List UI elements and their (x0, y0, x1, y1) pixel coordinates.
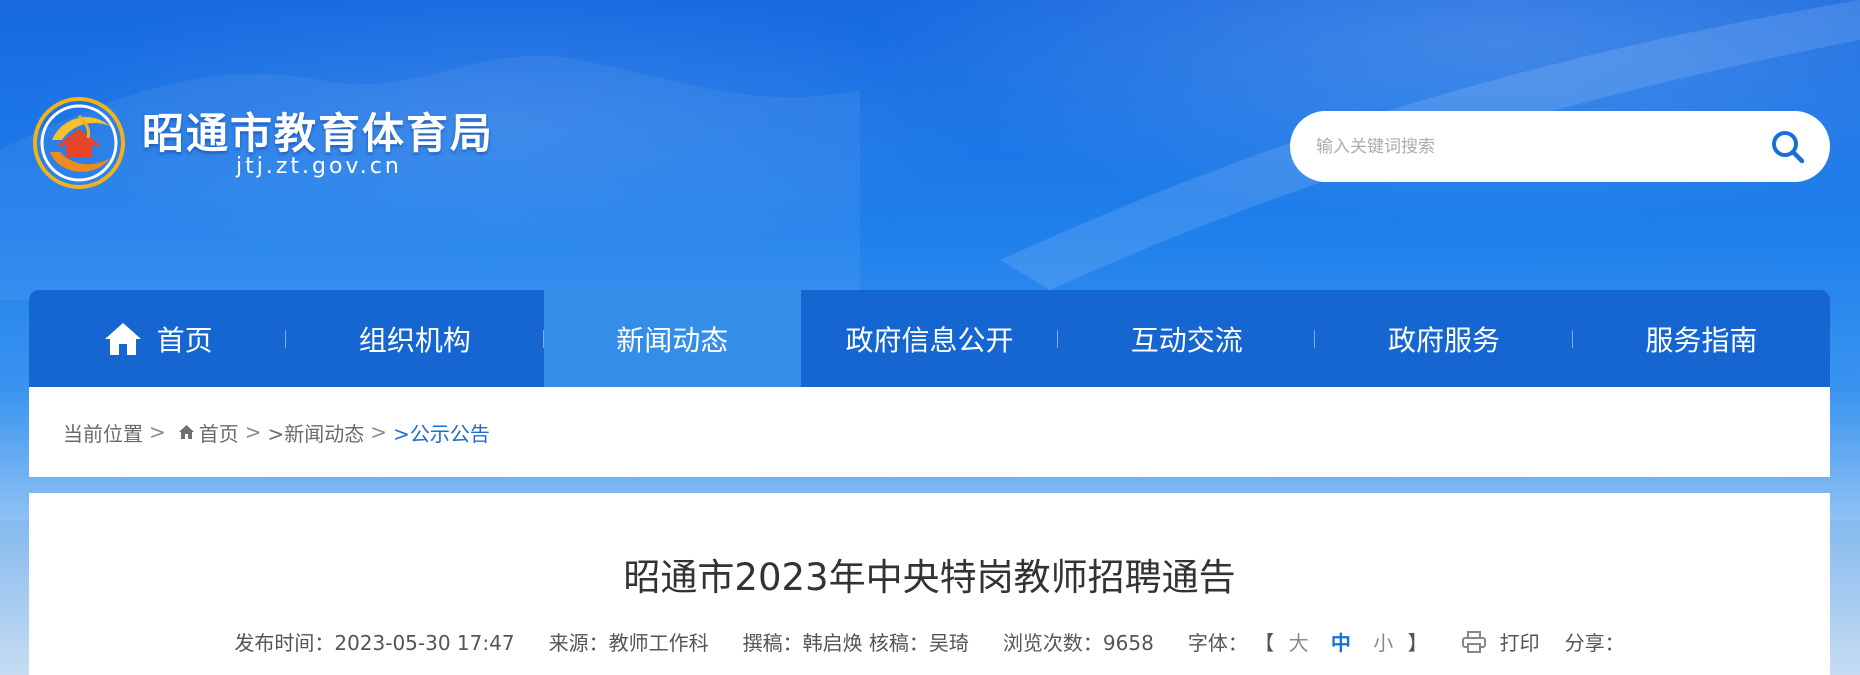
nav-label: 政府服务 (1388, 323, 1501, 357)
nav-item-gov-service[interactable]: 政府服务 (1315, 290, 1573, 387)
print-button[interactable]: 打印 (1461, 627, 1540, 656)
article-author: 撰稿：韩启焕 核稿：吴琦 (742, 631, 969, 655)
nav-label: 互动交流 (1130, 323, 1243, 357)
nav-label: 新闻动态 (616, 323, 729, 357)
breadcrumb-home[interactable]: 首页 (199, 418, 239, 447)
breadcrumb-news[interactable]: >新闻动态 (268, 418, 365, 447)
font-size-small-button[interactable]: 小 (1373, 631, 1393, 655)
nav-label: 政府信息公开 (845, 323, 1014, 357)
bracket-open: 【 (1254, 631, 1275, 655)
nav-label: 首页 (156, 323, 213, 357)
chevron-right-icon: > (370, 420, 388, 444)
share-label: 分享： (1564, 631, 1625, 655)
nav-item-organization[interactable]: 组织机构 (286, 290, 544, 387)
article-source: 来源：教师工作科 (548, 631, 709, 655)
nav-item-gov-info[interactable]: 政府信息公开 (801, 290, 1059, 387)
search-input[interactable] (1316, 111, 1746, 182)
view-count: 浏览次数：9658 (1002, 631, 1154, 655)
print-label: 打印 (1499, 631, 1540, 655)
nav-label: 组织机构 (358, 323, 471, 357)
printer-icon (1461, 630, 1486, 653)
chevron-right-icon: > (149, 420, 166, 444)
nav-item-news[interactable]: 新闻动态 (543, 290, 801, 387)
nav-item-interaction[interactable]: 互动交流 (1058, 290, 1316, 387)
breadcrumb: 当前位置 > 首页 > >新闻动态 > >公示公告 (29, 387, 1830, 477)
home-icon (104, 322, 141, 355)
article-meta: 发布时间：2023-05-30 17:47 来源：教师工作科 撰稿：韩启焕 核稿… (29, 627, 1830, 656)
bureau-emblem-icon (33, 97, 125, 189)
font-size-large-button[interactable]: 大 (1289, 631, 1309, 655)
search-icon[interactable] (1770, 129, 1806, 165)
nav-item-service-guide[interactable]: 服务指南 (1573, 290, 1830, 387)
chevron-right-icon: > (244, 420, 262, 444)
article-panel: 昭通市2023年中央特岗教师招聘通告 发布时间：2023-05-30 17:47… (29, 493, 1830, 675)
home-icon (178, 425, 194, 439)
font-size-label: 字体： (1187, 631, 1248, 655)
search-box (1290, 111, 1830, 182)
publish-time: 发布时间：2023-05-30 17:47 (234, 631, 515, 655)
bracket-close: 】 (1407, 631, 1428, 655)
nav-item-home[interactable]: 首页 (29, 290, 287, 387)
main-nav: 首页 组织机构 新闻动态 政府信息公开 互动交流 政府服务 服务指南 (29, 290, 1830, 387)
font-size-control: 字体： 【 大 中 小 】 (1188, 627, 1428, 656)
font-size-medium-button[interactable]: 中 (1331, 631, 1351, 655)
article-title: 昭通市2023年中央特岗教师招聘通告 (623, 556, 1236, 599)
nav-label: 服务指南 (1645, 323, 1758, 357)
site-domain: jtj.zt.gov.cn (236, 154, 402, 179)
breadcrumb-prefix: 当前位置 (63, 421, 143, 446)
breadcrumb-current[interactable]: >公示公告 (393, 418, 490, 447)
site-name: 昭通市教育体育局 (142, 109, 495, 158)
